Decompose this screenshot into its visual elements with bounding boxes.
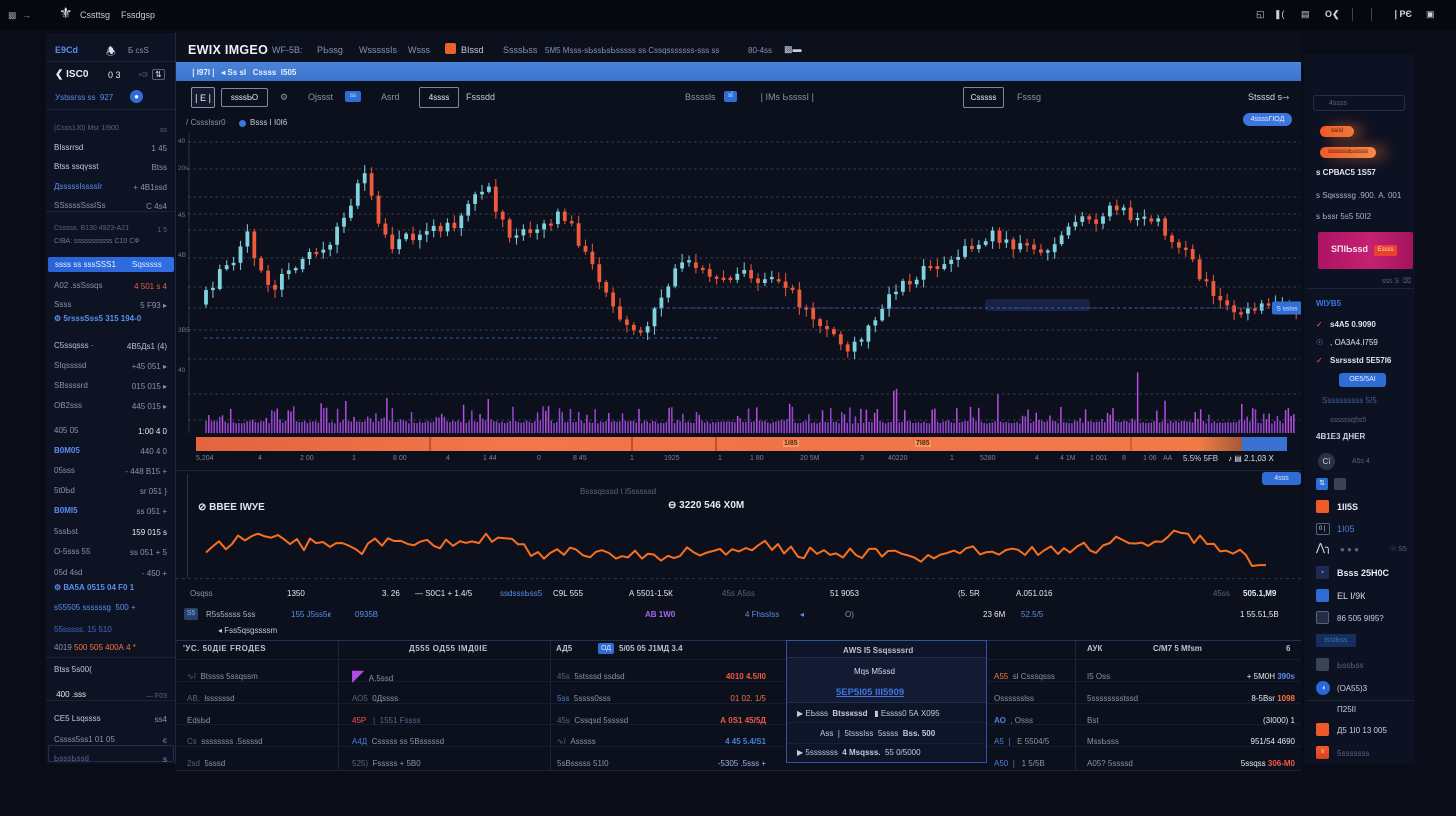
svg-text:Ѕ ѕѕІѕѕ: Ѕ ѕѕІѕѕ: [1277, 306, 1299, 313]
